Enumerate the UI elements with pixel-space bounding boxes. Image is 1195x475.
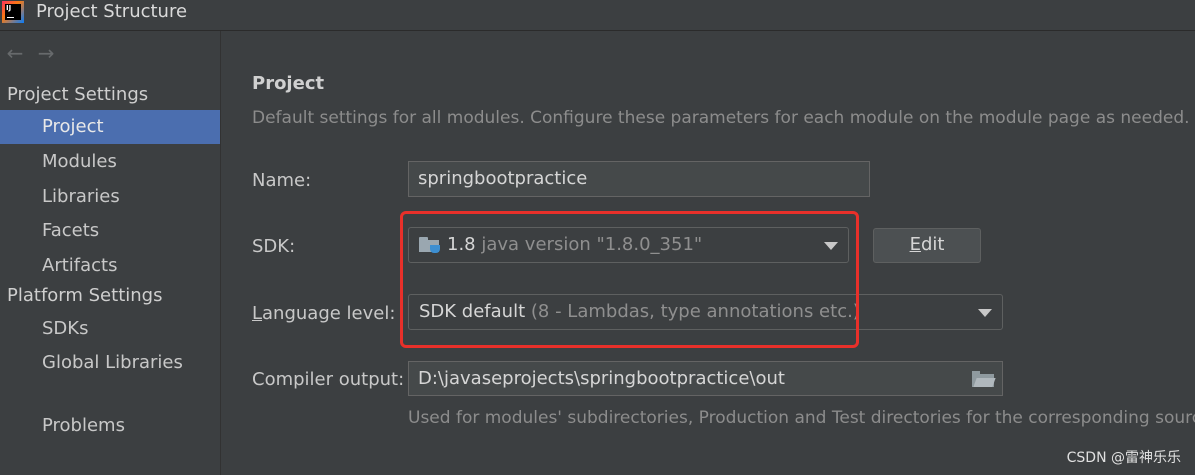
language-level-mnemonic: L: [252, 303, 263, 324]
back-arrow-icon[interactable]: ←: [4, 41, 26, 65]
nav-arrows: ← →: [4, 41, 61, 65]
platform-settings-header: Platform Settings: [7, 285, 163, 306]
sidebar: ← → Project Settings Project Modules Lib…: [0, 31, 221, 475]
folder-java-icon: [419, 236, 441, 253]
main-panel: Project Default settings for all modules…: [221, 31, 1195, 475]
edit-mnemonic: E: [909, 234, 921, 255]
page-description: Default settings for all modules. Config…: [252, 108, 1190, 128]
language-level-detail: (8 - Lambdas, type annotations etc.): [530, 301, 860, 322]
sdk-select[interactable]: 1.8 java version "1.8.0_351": [408, 227, 849, 263]
window-title: Project Structure: [36, 1, 188, 22]
sidebar-item-sdks[interactable]: SDKs: [0, 312, 220, 346]
edit-button[interactable]: Edit: [873, 228, 981, 263]
page-title: Project: [252, 73, 325, 94]
language-level-label-rest: anguage level:: [262, 303, 396, 324]
title-bar: IJ Project Structure: [0, 0, 1195, 31]
forward-arrow-icon[interactable]: →: [35, 41, 57, 65]
language-level-select[interactable]: SDK default (8 - Lambdas, type annotatio…: [408, 294, 1003, 330]
language-level-main: SDK default: [419, 301, 526, 322]
compiler-output-label: Compiler output:: [252, 369, 405, 390]
sidebar-item-artifacts[interactable]: Artifacts: [0, 249, 220, 283]
compiler-output-value: D:\javaseprojects\springbootpractice\out: [418, 368, 785, 389]
name-label: Name:: [252, 170, 312, 191]
chevron-down-icon: [978, 309, 992, 317]
intellij-app-icon: IJ: [2, 1, 24, 23]
edit-label-rest: dit: [920, 234, 945, 255]
sidebar-item-modules[interactable]: Modules: [0, 145, 220, 179]
sidebar-item-project[interactable]: Project: [0, 110, 220, 144]
sdk-version: 1.8: [447, 234, 476, 255]
language-level-value: SDK default (8 - Lambdas, type annotatio…: [419, 295, 860, 329]
sdk-detail: java version "1.8.0_351": [481, 234, 703, 255]
watermark: CSDN @雷神乐乐: [1066, 450, 1181, 466]
name-field[interactable]: springbootpractice: [408, 161, 870, 197]
language-level-label: Language level:: [252, 303, 395, 324]
folder-browse-icon[interactable]: [972, 371, 996, 387]
project-settings-header: Project Settings: [7, 84, 149, 105]
sidebar-item-global-libraries[interactable]: Global Libraries: [0, 346, 220, 380]
sdk-select-value: 1.8 java version "1.8.0_351": [419, 228, 702, 262]
sidebar-item-facets[interactable]: Facets: [0, 214, 220, 248]
compiler-output-hint: Used for modules' subdirectories, Produc…: [408, 408, 1195, 428]
sdk-label: SDK:: [252, 236, 296, 257]
app-icon-text: IJ: [6, 4, 12, 12]
sidebar-item-problems[interactable]: Problems: [0, 409, 220, 443]
chevron-down-icon: [824, 242, 838, 250]
sidebar-item-libraries[interactable]: Libraries: [0, 180, 220, 214]
compiler-output-field[interactable]: D:\javaseprojects\springbootpractice\out: [408, 361, 1003, 396]
project-structure-window: IJ Project Structure ← → Project Setting…: [0, 0, 1195, 475]
